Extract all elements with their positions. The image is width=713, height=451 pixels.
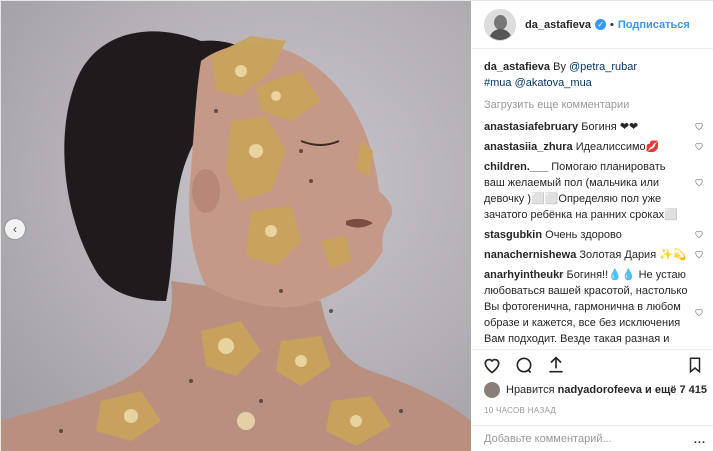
caption-mention-petra[interactable]: @petra_rubar: [569, 61, 637, 73]
caption-username[interactable]: da_astafieva: [484, 61, 550, 73]
load-more-comments-button[interactable]: Загрузить еще комментарии: [484, 97, 706, 113]
likes-user[interactable]: nadyadorofeeva: [558, 384, 642, 396]
add-comment-input[interactable]: [484, 432, 684, 445]
verified-badge-icon: ✓: [595, 19, 607, 30]
comment-item: stasgubkin Очень здорово: [484, 227, 706, 243]
comment-bubble-icon[interactable]: [514, 355, 534, 375]
comment-item: anarhyintheukr Богиня!!💧💧 Не устаю любов…: [484, 267, 706, 345]
author-username[interactable]: da_astafieva: [525, 19, 591, 31]
like-comment-heart-icon[interactable]: [694, 177, 704, 187]
post-side-panel: da_astafieva ✓ • Подписаться da_astafiev…: [472, 1, 713, 451]
comment-username[interactable]: nanachernishewa: [484, 249, 576, 261]
comment-username[interactable]: anarhyintheukr: [484, 269, 563, 281]
separator-dot: •: [610, 18, 614, 31]
bookmark-icon[interactable]: [686, 355, 704, 375]
comment-username[interactable]: anastasiia_zhura: [484, 141, 573, 153]
comment-text: Золотая Дария ✨💫: [579, 249, 687, 261]
post-photo[interactable]: ‹: [1, 1, 471, 451]
comment-text: Богиня ❤❤: [581, 121, 639, 133]
comment-username[interactable]: children.___: [484, 161, 548, 173]
more-options-button[interactable]: ...: [694, 434, 706, 446]
comment-item: anastasiia_zhura Идеалиссимо💋: [484, 139, 706, 155]
author-avatar[interactable]: [484, 8, 516, 41]
like-comment-heart-icon[interactable]: [694, 307, 704, 317]
comment-username[interactable]: stasgubkin: [484, 229, 542, 241]
post-timestamp: 10 ЧАСОВ НАЗАД: [484, 406, 557, 415]
previous-photo-button[interactable]: ‹: [5, 219, 25, 239]
add-comment-bar: ...: [472, 425, 713, 451]
like-comment-heart-icon[interactable]: [694, 141, 704, 151]
likes-prefix: Нравится: [506, 384, 555, 396]
like-comment-heart-icon[interactable]: [694, 229, 704, 239]
comment-text: Идеалиссимо💋: [575, 141, 660, 153]
caption-hashtag-mua[interactable]: #mua: [484, 77, 512, 89]
follow-button[interactable]: Подписаться: [618, 19, 690, 31]
comment-item: children.___ Помогаю планировать ваш жел…: [484, 159, 706, 223]
like-heart-icon[interactable]: [482, 355, 502, 375]
comment-item: nanachernishewa Золотая Дария ✨💫: [484, 247, 706, 263]
comments-list: da_astafieva By @petra_rubar #mua @akato…: [484, 59, 706, 345]
likes-summary: Нравится nadyadorofeeva и ещё 7 415: [484, 381, 710, 399]
caption-mention-akatova[interactable]: @akatova_mua: [515, 77, 592, 89]
comment-item: anastasiafebruary Богиня ❤❤: [484, 119, 706, 135]
comment-text: Очень здорово: [545, 229, 622, 241]
like-comment-heart-icon[interactable]: [694, 121, 704, 131]
portrait-image: [1, 31, 471, 451]
post-actions-bar: [472, 349, 713, 379]
instagram-post: ‹ da_astafieva ✓ • Подписаться da_astafi…: [0, 0, 713, 451]
post-header: da_astafieva ✓ • Подписаться: [472, 1, 713, 49]
caption-by-text: By: [553, 61, 566, 73]
post-caption: da_astafieva By @petra_rubar #mua @akato…: [484, 59, 706, 91]
likes-count[interactable]: и ещё 7 415: [645, 384, 707, 396]
comment-username[interactable]: anastasiafebruary: [484, 121, 578, 133]
share-icon[interactable]: [546, 355, 566, 375]
liker-avatar[interactable]: [484, 382, 500, 398]
like-comment-heart-icon[interactable]: [694, 249, 704, 259]
